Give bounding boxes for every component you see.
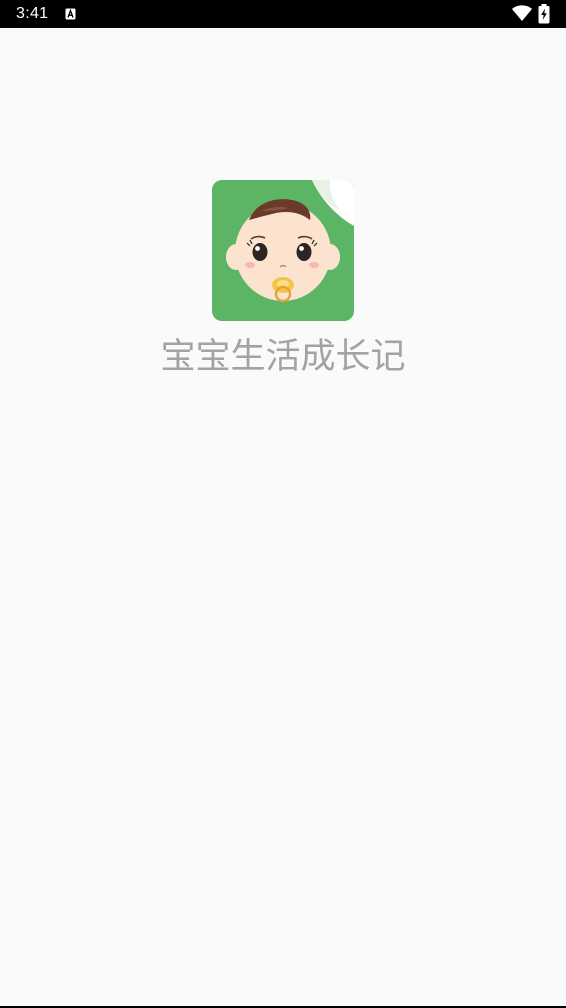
app-title: 宝宝生活成长记 xyxy=(160,337,406,377)
baby-face-logo-icon xyxy=(212,180,354,321)
status-time: 3:41 xyxy=(16,5,49,22)
wifi-icon xyxy=(512,5,532,21)
status-bar: 3:41 xyxy=(0,0,566,28)
a-icon xyxy=(65,8,76,20)
battery-charging-icon xyxy=(538,4,550,24)
